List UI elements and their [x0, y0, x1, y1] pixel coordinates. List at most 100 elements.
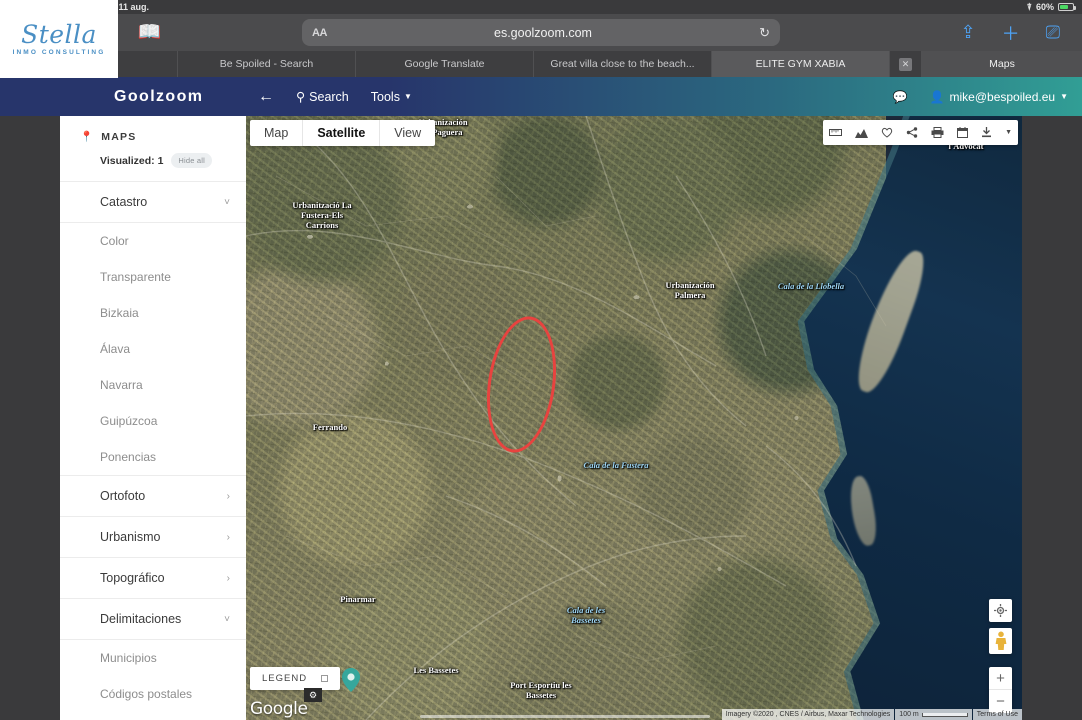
sidebar-item-label: Códigos postales: [100, 687, 193, 701]
user-menu-button[interactable]: 👤 mike@bespoiled.eu ▼: [930, 90, 1068, 104]
map-type-satellite[interactable]: Satellite: [303, 120, 381, 146]
sidebar-item-label: Color: [100, 234, 129, 248]
sidebar-visualized-row: Visualized: 1 Hide all: [60, 153, 246, 182]
browser-tab-be-spoiled-search[interactable]: Be Spoiled - Search: [178, 51, 356, 77]
search-icon: ⚲: [296, 90, 306, 104]
terms-of-use-link[interactable]: Terms of Use: [972, 709, 1022, 720]
logo-tagline: INMO CONSULTING: [12, 49, 106, 56]
zoom-in-button[interactable]: +: [989, 667, 1012, 690]
address-bar[interactable]: AA es.goolzoom.com ↻: [302, 19, 780, 46]
browser-tab-great-villa[interactable]: Great villa close to the beach...: [534, 51, 712, 77]
map-canvas[interactable]: Urbanización la Paguera l'Advocat Urbani…: [246, 116, 1022, 720]
chevron-right-icon: ›: [226, 572, 230, 584]
app-brand[interactable]: Goolzoom: [114, 88, 203, 106]
sidebar-item-ponencias[interactable]: Ponencias: [60, 439, 246, 476]
chevron-down-icon: ˅: [224, 613, 230, 625]
sidebar-group-label: Delimitaciones: [100, 612, 182, 626]
map-type-view[interactable]: View: [380, 120, 435, 146]
my-location-button[interactable]: [989, 599, 1012, 622]
horizontal-scrollbar[interactable]: [420, 715, 710, 718]
sidebar-item-label: Navarra: [100, 378, 143, 392]
sidebar-item-transparente[interactable]: Transparente: [60, 259, 246, 295]
chevron-right-icon: ›: [226, 490, 230, 502]
gear-icon[interactable]: ⚙: [304, 688, 322, 702]
tools-label: Tools: [370, 89, 400, 104]
sidebar-group-label: Urbanismo: [100, 530, 161, 544]
street-view-pegman-button[interactable]: [989, 628, 1012, 654]
satellite-imagery: [246, 116, 1022, 720]
download-icon[interactable]: [981, 127, 992, 138]
sidebar-item-label: Municipios: [100, 651, 157, 665]
browser-tab-google-translate[interactable]: Google Translate: [356, 51, 534, 77]
chevron-down-icon: ˅: [224, 196, 230, 208]
browser-tab-elite-gym-xabia[interactable]: ELITE GYM XABIA: [712, 51, 890, 77]
sidebar-group-topografico[interactable]: Topográfico ›: [60, 558, 246, 599]
tools-menu-button[interactable]: Tools ▼: [371, 90, 412, 104]
sidebar-item-navarra[interactable]: Navarra: [60, 367, 246, 403]
tab-label: Maps: [989, 58, 1015, 70]
road-network-layer: [246, 116, 887, 720]
legend-checkbox-icon[interactable]: [321, 675, 329, 682]
ios-status-bar: 13:56 Di 11 aug. ⍒ 60%: [0, 0, 1082, 14]
elevation-chart-icon[interactable]: [855, 128, 869, 138]
map-marker-icon[interactable]: [342, 668, 360, 692]
tab-label: ELITE GYM XABIA: [755, 58, 846, 70]
arrow-left-icon[interactable]: ←: [258, 88, 274, 106]
share-icon[interactable]: ⇪: [961, 22, 976, 43]
app-header: Goolzoom ← ⚲ Search Tools ▼ 💬 👤 mike@bes…: [0, 77, 1082, 116]
plus-icon[interactable]: ＋: [1002, 20, 1020, 46]
map-type-map[interactable]: Map: [250, 120, 304, 146]
sidebar-item-alava[interactable]: Álava: [60, 331, 246, 367]
message-icon[interactable]: 💬: [893, 90, 908, 104]
status-bar-right: ⍒ 60%: [1026, 1, 1076, 13]
map-scale-bar: 100 m: [895, 709, 972, 720]
app-header-right: 💬 👤 mike@bespoiled.eu ▼: [893, 90, 1068, 104]
sidebar: 📍 MAPS Visualized: 1 Hide all Catastro ˅…: [60, 116, 246, 720]
calendar-icon[interactable]: [957, 127, 969, 138]
sidebar-item-bizkaia[interactable]: Bizkaia: [60, 295, 246, 331]
legend-label: LEGEND: [262, 673, 308, 684]
print-icon[interactable]: [931, 127, 944, 138]
caret-down-icon: ▼: [403, 92, 412, 101]
favorite-heart-icon[interactable]: [881, 127, 893, 138]
sidebar-item-color[interactable]: Color: [60, 223, 246, 259]
tab-close-button[interactable]: ✕: [890, 51, 922, 77]
reload-icon[interactable]: ↻: [759, 25, 770, 41]
map-type-switcher: Map Satellite View: [250, 120, 436, 146]
sidebar-item-guipuzcoa[interactable]: Guipúzcoa: [60, 403, 246, 439]
sidebar-item-label: Transparente: [100, 270, 171, 284]
book-icon[interactable]: 📖: [138, 23, 162, 42]
browser-right-icons: ⇪ ＋ ⎚: [961, 20, 1061, 46]
browser-tab-maps[interactable]: Maps: [922, 51, 1082, 77]
url-text[interactable]: es.goolzoom.com: [327, 26, 759, 40]
measure-ruler-icon[interactable]: [829, 128, 843, 137]
legend-button[interactable]: LEGEND: [250, 667, 341, 690]
imagery-attribution: Imagery ©2020 , CNES / Airbus, Maxar Tec…: [721, 709, 895, 720]
sidebar-group-urbanismo[interactable]: Urbanismo ›: [60, 517, 246, 558]
tab-label: Be Spoiled - Search: [219, 58, 314, 70]
sidebar-group-delimitaciones[interactable]: Delimitaciones ˅: [60, 599, 246, 640]
text-size-button[interactable]: AA: [312, 27, 327, 39]
sidebar-group-catastro[interactable]: Catastro ˅: [60, 182, 246, 223]
map-attribution: Imagery ©2020 , CNES / Airbus, Maxar Tec…: [721, 709, 1022, 720]
sidebar-item-codigos-postales[interactable]: Códigos postales: [60, 676, 246, 712]
person-icon: 👤: [929, 89, 945, 104]
stella-logo-overlay: Stella INMO CONSULTING: [0, 0, 118, 78]
sidebar-title: 📍 MAPS: [60, 116, 246, 153]
sidebar-item-label: Ponencias: [100, 450, 157, 464]
sidebar-item-distritos[interactable]: Distritos: [60, 712, 246, 720]
sidebar-item-municipios[interactable]: Municipios: [60, 640, 246, 676]
browser-toolbar: ❯ 📖 AA es.goolzoom.com ↻ ⇪ ＋ ⎚: [0, 14, 1082, 51]
tabs-icon[interactable]: ⎚: [1046, 22, 1060, 43]
zoom-controls: + −: [989, 667, 1012, 713]
wifi-icon: ⍒: [1026, 1, 1032, 12]
user-email: mike@bespoiled.eu: [949, 89, 1056, 104]
share-icon[interactable]: [906, 127, 918, 138]
sidebar-item-label: Bizkaia: [100, 306, 139, 320]
sidebar-group-ortofoto[interactable]: Ortofoto ›: [60, 476, 246, 517]
search-button[interactable]: ⚲ Search: [296, 89, 349, 105]
caret-down-icon: ▼: [1060, 92, 1068, 101]
hide-all-button[interactable]: Hide all: [171, 153, 213, 168]
caret-down-icon[interactable]: ▼: [1005, 129, 1012, 136]
sidebar-item-label: Álava: [100, 342, 131, 356]
